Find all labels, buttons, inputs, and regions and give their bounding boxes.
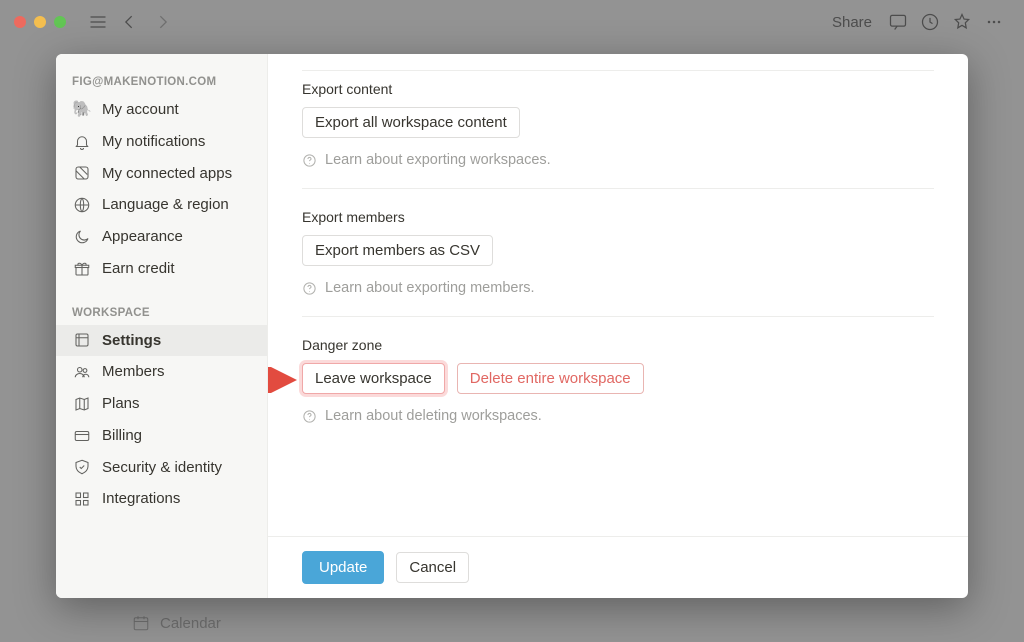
map-icon <box>72 394 92 414</box>
sidebar-workspace-heading: WORKSPACE <box>56 303 267 325</box>
minimize-window-button[interactable] <box>34 16 46 28</box>
settings-main: Export content Export all workspace cont… <box>268 54 968 598</box>
avatar-icon: 🐘 <box>72 100 92 120</box>
export-members-title: Export members <box>302 209 934 225</box>
moon-icon <box>72 227 92 247</box>
tutorial-arrow-icon <box>268 367 298 397</box>
globe-icon <box>72 195 92 215</box>
sidebar-item-plans[interactable]: Plans <box>56 388 267 420</box>
settings-footer: Update Cancel <box>268 536 968 598</box>
share-button[interactable]: Share <box>832 14 872 31</box>
sidebar-item-members[interactable]: Members <box>56 356 267 388</box>
maximize-window-button[interactable] <box>54 16 66 28</box>
sidebar-item-billing[interactable]: Billing <box>56 420 267 452</box>
backdrop-calendar-row: Calendar <box>132 614 221 632</box>
update-button[interactable]: Update <box>302 551 384 584</box>
sidebar-item-label: Security & identity <box>102 457 222 479</box>
danger-hint[interactable]: Learn about deleting workspaces. <box>302 408 934 424</box>
sidebar-item-label: Billing <box>102 425 142 447</box>
sidebar-item-label: My connected apps <box>102 163 232 185</box>
export-members-hint[interactable]: Learn about exporting members. <box>302 280 934 296</box>
sidebar-item-label: Plans <box>102 393 140 415</box>
sidebar-item-security[interactable]: Security & identity <box>56 452 267 484</box>
sidebar-item-label: Language & region <box>102 194 229 216</box>
sidebar-item-integrations[interactable]: Integrations <box>56 483 267 515</box>
cancel-button[interactable]: Cancel <box>396 552 469 583</box>
sidebar-item-label: My notifications <box>102 131 205 153</box>
sidebar-item-label: Appearance <box>102 226 183 248</box>
history-icon[interactable] <box>918 10 942 34</box>
danger-zone-title: Danger zone <box>302 337 934 353</box>
settings-sidebar: FIG@MAKENOTION.COM 🐘 My account My notif… <box>56 54 268 598</box>
sidebar-item-label: My account <box>102 99 179 121</box>
settings-modal: FIG@MAKENOTION.COM 🐘 My account My notif… <box>56 54 968 598</box>
export-members-button[interactable]: Export members as CSV <box>302 235 493 266</box>
sidebar-item-appearance[interactable]: Appearance <box>56 221 267 253</box>
sidebar-item-notifications[interactable]: My notifications <box>56 126 267 158</box>
apps-icon <box>72 163 92 183</box>
menu-icon[interactable] <box>86 10 110 34</box>
forward-icon[interactable] <box>150 10 174 34</box>
settings-icon <box>72 330 92 350</box>
sidebar-item-connected-apps[interactable]: My connected apps <box>56 158 267 190</box>
export-content-hint[interactable]: Learn about exporting workspaces. <box>302 152 934 168</box>
hint-label: Learn about exporting workspaces. <box>325 152 551 168</box>
leave-workspace-button[interactable]: Leave workspace <box>302 363 445 394</box>
sidebar-item-earn-credit[interactable]: Earn credit <box>56 253 267 285</box>
sidebar-item-label: Integrations <box>102 488 180 510</box>
sidebar-item-settings[interactable]: Settings <box>56 325 267 357</box>
export-content-button[interactable]: Export all workspace content <box>302 107 520 138</box>
shield-icon <box>72 457 92 477</box>
help-icon <box>302 281 317 296</box>
card-icon <box>72 426 92 446</box>
sidebar-item-my-account[interactable]: 🐘 My account <box>56 94 267 126</box>
hint-label: Learn about deleting workspaces. <box>325 408 542 424</box>
gift-icon <box>72 259 92 279</box>
sidebar-item-language[interactable]: Language & region <box>56 189 267 221</box>
sidebar-item-label: Earn credit <box>102 258 175 280</box>
back-icon[interactable] <box>118 10 142 34</box>
delete-workspace-button[interactable]: Delete entire workspace <box>457 363 644 394</box>
sidebar-account-heading: FIG@MAKENOTION.COM <box>56 72 267 94</box>
help-icon <box>302 153 317 168</box>
members-icon <box>72 362 92 382</box>
help-icon <box>302 409 317 424</box>
hint-label: Learn about exporting members. <box>325 280 535 296</box>
more-icon[interactable] <box>982 10 1006 34</box>
traffic-lights <box>14 16 66 28</box>
close-window-button[interactable] <box>14 16 26 28</box>
sidebar-item-label: Settings <box>102 330 161 352</box>
export-content-title: Export content <box>302 81 934 97</box>
bell-icon <box>72 132 92 152</box>
backdrop-content: Calendar <box>132 614 221 642</box>
star-icon[interactable] <box>950 10 974 34</box>
backdrop-calendar-label: Calendar <box>160 615 221 632</box>
window-chrome: Share <box>0 0 1024 44</box>
grid-icon <box>72 489 92 509</box>
comment-icon[interactable] <box>886 10 910 34</box>
sidebar-item-label: Members <box>102 361 165 383</box>
